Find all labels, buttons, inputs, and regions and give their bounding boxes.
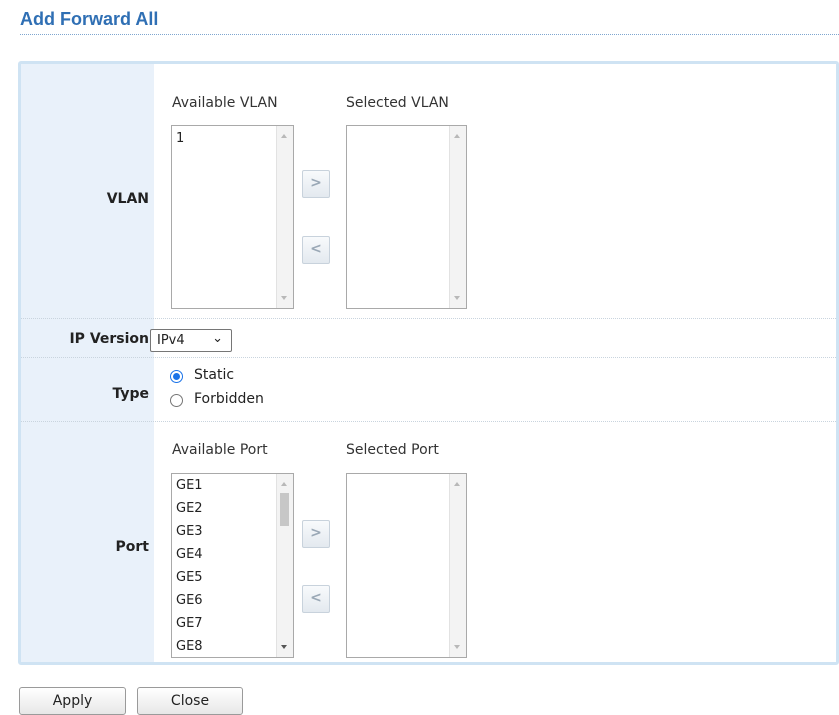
scrollbar[interactable] (449, 126, 466, 308)
row-divider (21, 357, 836, 358)
scroll-up-icon[interactable] (281, 134, 287, 138)
form-panel: VLAN Available VLAN Selected VLAN 1 > < … (18, 61, 839, 665)
scroll-thumb[interactable] (280, 493, 289, 526)
add-port-button[interactable]: > (302, 520, 330, 548)
selected-vlan-label: Selected VLAN (346, 95, 449, 111)
row-divider (21, 318, 836, 319)
scrollbar[interactable] (276, 126, 293, 308)
add-vlan-button[interactable]: > (302, 170, 330, 198)
type-label: Type (112, 386, 149, 402)
remove-port-button[interactable]: < (302, 585, 330, 613)
type-forbidden-label[interactable]: Forbidden (194, 391, 264, 407)
title-divider (20, 34, 839, 35)
chevron-down-icon: ⌄ (212, 331, 223, 346)
port-option[interactable]: GE3 (176, 524, 203, 539)
port-option[interactable]: GE8 (176, 639, 203, 654)
port-option[interactable]: GE1 (176, 478, 203, 493)
apply-button[interactable]: Apply (19, 687, 126, 715)
port-option[interactable]: GE7 (176, 616, 203, 631)
ip-version-value: IPv4 (157, 333, 185, 348)
vlan-label: VLAN (106, 191, 149, 207)
available-vlan-list[interactable]: 1 (171, 125, 294, 309)
label-column (21, 64, 154, 662)
selected-port-list[interactable] (346, 473, 467, 658)
scrollbar[interactable] (276, 474, 293, 657)
selected-vlan-list[interactable] (346, 125, 467, 309)
ip-version-label: IP Version (69, 331, 149, 347)
selected-port-label: Selected Port (346, 442, 439, 458)
scroll-down-icon[interactable] (454, 296, 460, 300)
scrollbar[interactable] (449, 474, 466, 657)
scroll-up-icon[interactable] (454, 482, 460, 486)
available-port-label: Available Port (172, 442, 268, 458)
port-option[interactable]: GE4 (176, 547, 203, 562)
scroll-up-icon[interactable] (454, 134, 460, 138)
type-forbidden-radio[interactable] (170, 394, 183, 407)
available-vlan-label: Available VLAN (172, 95, 278, 111)
close-button[interactable]: Close (137, 687, 243, 715)
available-port-list[interactable]: GE1 GE2 GE3 GE4 GE5 GE6 GE7 GE8 (171, 473, 294, 658)
page-title: Add Forward All (20, 9, 159, 29)
scroll-down-icon[interactable] (281, 296, 287, 300)
scroll-down-icon[interactable] (454, 645, 460, 649)
remove-vlan-button[interactable]: < (302, 236, 330, 264)
port-option[interactable]: GE5 (176, 570, 203, 585)
port-option[interactable]: GE2 (176, 501, 203, 516)
vlan-option[interactable]: 1 (176, 131, 184, 146)
row-divider (21, 421, 836, 422)
type-static-label[interactable]: Static (194, 367, 234, 383)
ip-version-select[interactable]: IPv4 ⌄ (150, 329, 232, 352)
scroll-up-icon[interactable] (281, 482, 287, 486)
type-static-radio[interactable] (170, 370, 183, 383)
port-option[interactable]: GE6 (176, 593, 203, 608)
port-label: Port (115, 539, 149, 555)
scroll-down-icon[interactable] (281, 645, 287, 649)
